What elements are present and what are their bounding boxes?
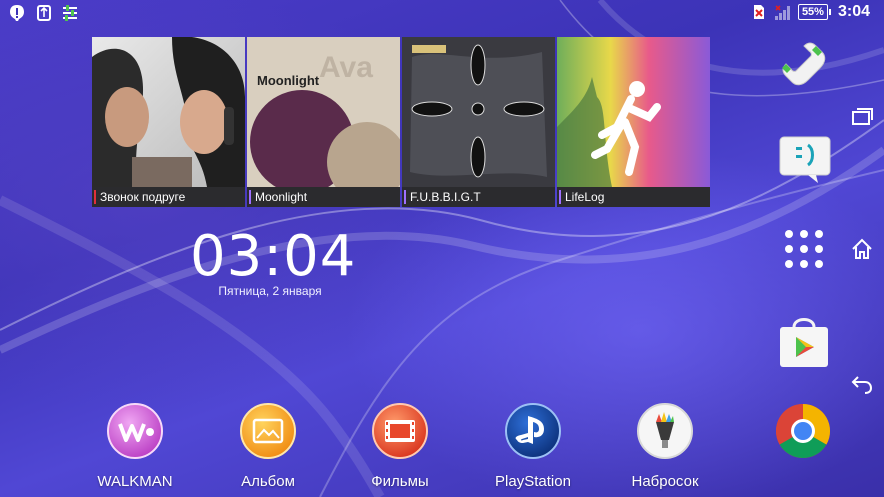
album-tile-lifelog[interactable]: LifeLog [557, 37, 710, 207]
album-tile-call-friend[interactable]: Звонок подруге [92, 37, 245, 207]
chrome-icon [775, 404, 831, 459]
sync-icon [37, 5, 51, 21]
album-art-call-friend [92, 37, 245, 187]
walkman-icon [107, 403, 163, 459]
album-art-lifelog [557, 37, 710, 187]
dock-album[interactable]: Альбом [203, 402, 333, 490]
messaging-icon[interactable] [778, 135, 832, 183]
app-drawer-icon[interactable] [784, 229, 824, 269]
album-tile-fubbigt[interactable]: F.U.B.B.I.G.T [402, 37, 555, 207]
system-status-area[interactable]: 55% 3:04 [752, 3, 870, 21]
album-art-text-moonlight: Moonlight [257, 73, 320, 88]
battery-percent: 55% [797, 4, 828, 20]
dock-walkman[interactable]: WALKMAN [70, 402, 200, 490]
dock-label: WALKMAN [97, 473, 173, 490]
dock-movies[interactable]: Фильмы [335, 402, 465, 490]
album-caption: Moonlight [247, 187, 400, 207]
album-art-text-ava: Ava [319, 51, 373, 84]
album-art-fubbigt [402, 37, 555, 187]
home-icon[interactable] [850, 237, 874, 261]
dock-chrome[interactable] [738, 402, 868, 473]
status-clock: 3:04 [837, 3, 870, 20]
back-icon[interactable] [850, 372, 874, 396]
album-caption: Звонок подруге [92, 187, 245, 207]
album-art-moonlight: Moonlight Ava [247, 37, 400, 187]
battery-indicator: 55% [797, 4, 831, 20]
dock-label: Набросок [631, 473, 699, 490]
album-tile-moonlight[interactable]: Moonlight Ava Moonlight [247, 37, 400, 207]
no-sim-icon [753, 5, 764, 19]
dock-playstation[interactable]: PlayStation [468, 402, 598, 490]
playstation-icon [505, 403, 561, 459]
album-icon [240, 403, 296, 459]
phone-icon[interactable] [778, 38, 828, 90]
play-store-icon[interactable] [776, 313, 832, 369]
dock-label: Фильмы [371, 473, 429, 490]
dock-label: Альбом [241, 473, 295, 490]
album-caption: LifeLog [557, 187, 710, 207]
settings-sliders-icon [63, 5, 77, 21]
signal-icon [774, 5, 790, 20]
status-bar: 55% 3:04 [0, 0, 884, 26]
movies-icon [372, 403, 428, 459]
alert-icon [10, 5, 24, 21]
clock-widget[interactable]: 03:04 Пятница, 2 января [190, 224, 357, 299]
album-caption: F.U.B.B.I.G.T [402, 187, 555, 207]
album-widget: Звонок подруге Moonlight Ava Moonlight F… [92, 37, 710, 207]
dock-label: PlayStation [495, 473, 571, 490]
dock-sketch[interactable]: Набросок [600, 402, 730, 490]
notification-area[interactable] [8, 4, 78, 22]
recent-apps-icon[interactable] [850, 105, 874, 129]
clock-time: 03:04 [190, 224, 357, 289]
sketch-icon [637, 403, 693, 459]
